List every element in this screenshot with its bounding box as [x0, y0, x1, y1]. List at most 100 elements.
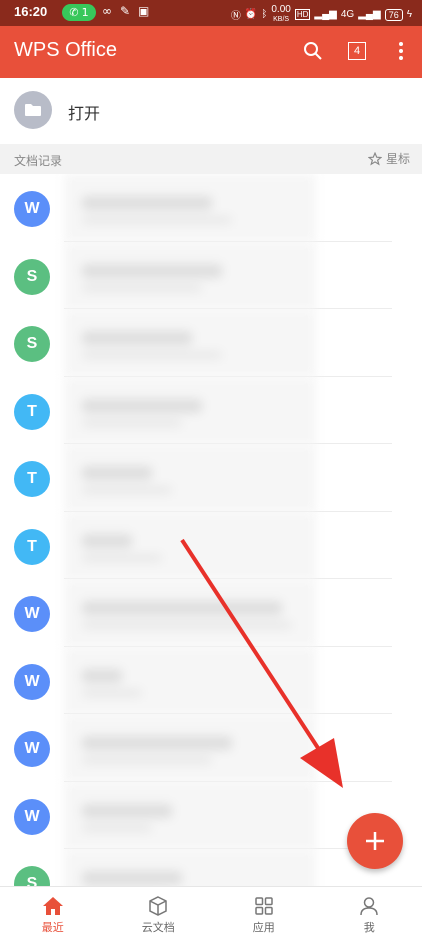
- document-title-redacted: [82, 466, 152, 480]
- notification-icon: ✎: [120, 4, 130, 18]
- document-records-header: 文档记录 星标: [0, 144, 422, 174]
- document-type-icon: W: [14, 191, 50, 227]
- status-bar: 16:20 ✆ 1 ∞ ✎ ▣ Ⓝ ⏰ ᛒ 0.00 KB/S HD ▂▄▆ 4…: [0, 0, 422, 26]
- document-title-redacted: [82, 534, 132, 548]
- document-info-redacted: [64, 444, 316, 511]
- app-title: WPS Office: [14, 39, 117, 62]
- nav-cloud-docs-label: 云文档: [142, 919, 175, 935]
- document-meta-redacted: [82, 554, 162, 562]
- search-icon: [303, 41, 323, 61]
- document-title-redacted: [82, 871, 182, 885]
- lte-label: 4G: [341, 9, 354, 20]
- nav-apps[interactable]: 应用: [211, 887, 317, 943]
- document-title-redacted: [82, 331, 192, 345]
- document-type-icon: T: [14, 394, 50, 430]
- document-info-redacted: [64, 309, 316, 376]
- document-meta-redacted: [82, 689, 142, 697]
- document-meta-redacted: [82, 756, 212, 764]
- battery-indicator: 76: [385, 9, 403, 21]
- document-info-redacted: [64, 579, 316, 646]
- document-meta-redacted: [82, 621, 292, 629]
- star-filter-button[interactable]: 星标: [368, 150, 410, 167]
- search-button[interactable]: [300, 38, 326, 64]
- document-meta-redacted: [82, 486, 172, 494]
- status-time: 16:20: [14, 4, 47, 19]
- document-meta-redacted: [82, 824, 152, 832]
- bottom-nav: 最近 云文档 应用 我: [0, 886, 422, 943]
- nfc-icon: Ⓝ: [231, 7, 241, 22]
- document-info-redacted: [64, 714, 316, 781]
- star-icon: [368, 152, 382, 166]
- document-type-icon: W: [14, 799, 50, 835]
- nav-recent[interactable]: 最近: [0, 887, 106, 943]
- nav-me[interactable]: 我: [317, 887, 422, 943]
- document-row[interactable]: W: [0, 579, 422, 647]
- tabs-button[interactable]: 4: [344, 38, 370, 64]
- star-label: 星标: [386, 150, 410, 167]
- document-info-redacted: [64, 242, 316, 309]
- document-title-redacted: [82, 736, 232, 750]
- document-info-redacted: [64, 849, 316, 886]
- document-meta-redacted: [82, 351, 222, 359]
- document-row[interactable]: W: [0, 174, 422, 242]
- app-bar: WPS Office 4: [0, 26, 422, 78]
- document-info-redacted: [64, 377, 316, 444]
- plus-icon: [364, 830, 386, 852]
- call-count: 1: [82, 6, 89, 19]
- more-vertical-icon: [398, 41, 404, 61]
- document-meta-redacted: [82, 419, 182, 427]
- document-list: WSSTTTWWWWS: [0, 174, 422, 886]
- tab-count: 4: [348, 42, 366, 60]
- document-row[interactable]: W: [0, 714, 422, 782]
- document-meta-redacted: [82, 216, 232, 224]
- nav-cloud-docs[interactable]: 云文档: [106, 887, 212, 943]
- document-title-redacted: [82, 264, 222, 278]
- document-info-redacted: [64, 782, 316, 849]
- document-row[interactable]: T: [0, 377, 422, 445]
- document-info-redacted: [64, 647, 316, 714]
- document-type-icon: W: [14, 731, 50, 767]
- document-title-redacted: [82, 804, 172, 818]
- document-meta-redacted: [82, 284, 202, 292]
- link-icon: ∞: [102, 4, 112, 18]
- document-row[interactable]: W: [0, 647, 422, 715]
- document-row[interactable]: S: [0, 309, 422, 377]
- cube-icon: [148, 896, 168, 916]
- document-row[interactable]: S: [0, 242, 422, 310]
- open-label: 打开: [68, 100, 100, 124]
- bluetooth-icon: ᛒ: [261, 9, 267, 20]
- user-icon: [359, 896, 379, 916]
- document-title-redacted: [82, 601, 282, 615]
- document-row[interactable]: T: [0, 512, 422, 580]
- document-type-icon: W: [14, 664, 50, 700]
- document-title-redacted: [82, 669, 122, 683]
- document-info-redacted: [64, 512, 316, 579]
- grid-icon: [254, 896, 274, 916]
- call-indicator-pill: ✆ 1: [62, 4, 96, 21]
- alarm-icon: ⏰: [245, 9, 257, 20]
- home-icon: [42, 896, 64, 916]
- document-type-icon: W: [14, 596, 50, 632]
- signal-icon-2: ▂▄▆: [358, 9, 380, 20]
- folder-icon: [14, 91, 52, 129]
- document-row[interactable]: T: [0, 444, 422, 512]
- signal-icon: ▂▄▆: [314, 9, 336, 20]
- network-speed: 0.00 KB/S: [271, 5, 290, 24]
- status-icons: Ⓝ ⏰ ᛒ 0.00 KB/S HD ▂▄▆ 4G ▂▄▆ 76 ϟ: [231, 5, 412, 24]
- nav-apps-label: 应用: [253, 919, 275, 935]
- section-title: 文档记录: [14, 152, 62, 169]
- hd-icon: HD: [295, 9, 311, 20]
- document-info-redacted: [64, 174, 316, 241]
- open-file-row[interactable]: 打开: [0, 78, 422, 144]
- document-type-icon: T: [14, 461, 50, 497]
- new-document-fab[interactable]: [347, 813, 403, 869]
- document-title-redacted: [82, 399, 202, 413]
- document-type-icon: S: [14, 866, 50, 886]
- document-type-icon: S: [14, 259, 50, 295]
- nav-me-label: 我: [364, 919, 375, 935]
- document-title-redacted: [82, 196, 212, 210]
- nav-recent-label: 最近: [42, 919, 64, 935]
- document-type-icon: T: [14, 529, 50, 565]
- more-menu-button[interactable]: [388, 38, 414, 64]
- app-notification-icon: ▣: [138, 4, 149, 18]
